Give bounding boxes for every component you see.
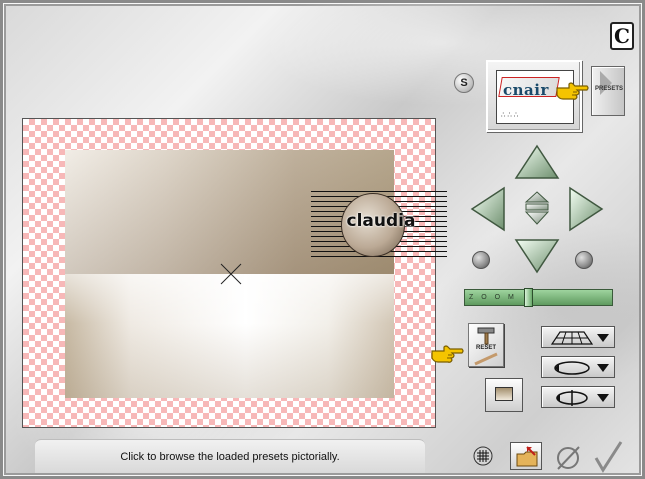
cancel-icon[interactable] bbox=[554, 444, 582, 472]
perspective-grid-icon bbox=[550, 331, 594, 345]
plugin-window: claudia C S cnair ∴ ∴ ∴ PRESETS Z O O M … bbox=[0, 0, 645, 479]
arrow-up-icon[interactable] bbox=[514, 144, 560, 180]
chevron-down-icon bbox=[597, 334, 609, 342]
grid-icon[interactable] bbox=[473, 446, 493, 466]
status-text: Click to browse the loaded presets picto… bbox=[120, 451, 340, 463]
chevron-down-icon bbox=[597, 394, 609, 402]
rotate-ellipse-icon bbox=[554, 361, 590, 375]
pointing-hand-icon bbox=[556, 82, 589, 100]
preview-image-bottom bbox=[65, 274, 394, 398]
hammer-icon bbox=[477, 327, 495, 345]
image-preview-button[interactable] bbox=[485, 378, 523, 412]
reset-label: RESET bbox=[475, 345, 496, 351]
preset-card-text: cnair bbox=[503, 81, 549, 99]
rotate-ccw-ball-icon[interactable] bbox=[472, 251, 490, 269]
perspective-mode-button[interactable] bbox=[541, 326, 615, 348]
rotate-cw-ball-icon[interactable] bbox=[575, 251, 593, 269]
presets-button[interactable]: PRESETS bbox=[591, 66, 625, 116]
zoom-slider-thumb[interactable] bbox=[524, 288, 533, 307]
preview-canvas[interactable] bbox=[22, 118, 436, 428]
preset-card-dots: ∴ ∴ ∴ bbox=[501, 112, 519, 119]
watermark: claudia bbox=[311, 191, 447, 259]
arrow-down-icon[interactable] bbox=[514, 238, 560, 274]
presets-label: PRESETS bbox=[594, 86, 623, 92]
flip-axis-icon bbox=[556, 390, 588, 406]
load-preset-button[interactable] bbox=[510, 442, 542, 470]
rotate-mode-button[interactable] bbox=[541, 356, 615, 378]
reset-button[interactable]: RESET bbox=[468, 323, 504, 367]
c-logo-icon[interactable]: C bbox=[610, 22, 634, 50]
pointing-hand-icon bbox=[431, 345, 464, 363]
arrow-right-icon[interactable] bbox=[568, 186, 604, 232]
center-diamond-icon[interactable] bbox=[518, 190, 556, 228]
flip-mode-button[interactable] bbox=[541, 386, 615, 408]
zoom-slider-ticks: Z O O M bbox=[469, 294, 517, 301]
s-button[interactable]: S bbox=[454, 73, 474, 93]
chevron-down-icon bbox=[597, 364, 609, 372]
watermark-text: claudia bbox=[346, 211, 416, 231]
image-thumbnail-icon bbox=[495, 387, 513, 401]
hammer-handle-icon bbox=[474, 352, 498, 366]
arrow-left-icon[interactable] bbox=[470, 186, 506, 232]
folder-icon bbox=[516, 446, 538, 467]
status-bar: Click to browse the loaded presets picto… bbox=[35, 439, 425, 473]
checkmark-icon[interactable] bbox=[593, 440, 623, 474]
center-crosshair-icon[interactable] bbox=[220, 263, 242, 285]
zoom-slider[interactable]: Z O O M bbox=[464, 288, 613, 307]
